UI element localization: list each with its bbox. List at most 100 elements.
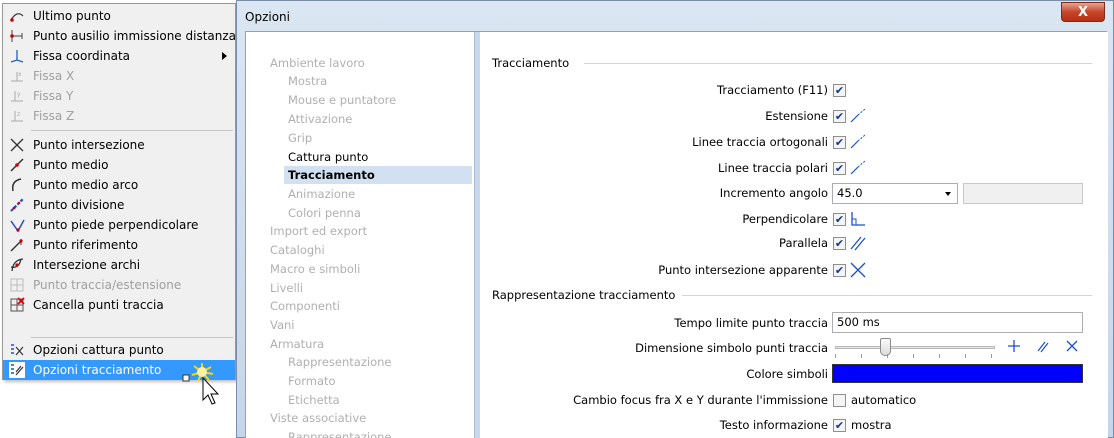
symbol-size-slider[interactable] <box>835 338 995 358</box>
menu-item-label: Punto piede perpendicolare <box>33 218 199 232</box>
intersection-point-icon <box>9 137 25 153</box>
tree-item-vani[interactable]: Vani <box>270 316 295 334</box>
menu-item-intersezione-archi[interactable]: Intersezione archi <box>3 255 235 275</box>
tree-item-mouse-puntatore[interactable]: Mouse e puntatore <box>288 91 396 109</box>
mouse-cursor-icon <box>182 363 220 405</box>
menu-item-punto-medio[interactable]: Punto medio <box>3 155 235 175</box>
tree-item-cattura-punto[interactable]: Cattura punto <box>288 148 368 166</box>
menu-item-opzioni-cattura[interactable]: Opzioni cattura punto <box>3 340 235 360</box>
menu-item-label: Punto intersezione <box>33 138 145 152</box>
checkbox-linee-ortogonali[interactable]: ✔ <box>833 136 846 149</box>
tree-item-mostra[interactable]: Mostra <box>288 72 327 90</box>
menu-item-label: Punto medio <box>33 158 109 172</box>
arc-intersection-icon <box>9 257 25 273</box>
checkbox-parallela[interactable]: ✔ <box>833 237 846 250</box>
reference-point-icon <box>9 237 25 253</box>
time-limit-value: 500 ms <box>837 315 880 329</box>
dialog-title: Opzioni <box>245 10 290 24</box>
menu-item-fissa-y[interactable]: y Fissa Y <box>3 86 235 106</box>
menu-item-punto-ausilio[interactable]: Punto ausilio immissione distanza <box>3 26 237 46</box>
menu-item-ultimo-punto[interactable]: Ultimo punto <box>3 6 235 26</box>
tree-item-macro-simboli[interactable]: Macro e simboli <box>270 260 360 278</box>
group-title: Rappresentazione tracciamento <box>492 288 676 302</box>
group-rappresentazione: Rappresentazione tracciamento <box>492 288 1092 302</box>
track-point-icon <box>9 277 25 293</box>
tree-item-armatura[interactable]: Armatura <box>270 335 324 353</box>
tree-item-viste-associative[interactable]: Viste associative <box>270 409 366 427</box>
svg-text:z: z <box>17 111 20 118</box>
label-incremento-angolo: Incremento angolo <box>719 186 828 200</box>
tree-item-ambiente-lavoro[interactable]: Ambiente lavoro <box>270 54 365 72</box>
tree-item-cataloghi[interactable]: Cataloghi <box>270 241 325 259</box>
checkbox-linee-polari[interactable]: ✔ <box>833 162 846 175</box>
label-cambio-focus: Cambio focus fra X e Y durante l'immissi… <box>573 393 828 407</box>
menu-item-fissa-z[interactable]: z Fissa Z <box>3 106 235 126</box>
close-button[interactable]: X <box>1061 2 1105 22</box>
tree-item-colori-penna[interactable]: Colori penna <box>288 204 361 222</box>
checkbox-intersezione-apparente[interactable]: ✔ <box>833 264 846 277</box>
tree-item-attivazione[interactable]: Attivazione <box>288 110 352 128</box>
menu-item-punto-medio-arco[interactable]: Punto medio arco <box>3 175 235 195</box>
time-limit-input[interactable]: 500 ms <box>832 312 1083 333</box>
checkbox-estensione[interactable]: ✔ <box>833 110 846 123</box>
symbol-color-picker[interactable] <box>832 364 1083 383</box>
label-intersezione-apparente: Punto intersezione apparente <box>658 263 828 277</box>
menu-separator <box>31 130 233 131</box>
menu-item-punto-divisione[interactable]: Punto divisione <box>3 195 235 215</box>
menu-item-label: Fissa X <box>33 69 75 83</box>
fix-coordinate-icon <box>9 48 25 64</box>
perpendicular-foot-icon <box>9 217 25 233</box>
menu-item-label: Fissa Y <box>33 89 74 103</box>
menu-item-punto-riferimento[interactable]: Punto riferimento <box>3 235 235 255</box>
checkbox-tracciamento-f11[interactable]: ✔ <box>833 84 846 97</box>
angle-increment-select[interactable]: 45.0 <box>832 183 958 204</box>
menu-item-cancella-punti[interactable]: Cancella punti traccia <box>3 295 235 315</box>
tree-item-import-export[interactable]: Import ed export <box>270 222 367 240</box>
tree-item-livelli[interactable]: Livelli <box>270 279 303 297</box>
checkbox-testo-informazione[interactable]: ✔ <box>833 419 846 432</box>
division-point-icon <box>9 197 25 213</box>
tracking-options-panel: Tracciamento Tracciamento (F11) ✔ Estens… <box>480 32 1108 438</box>
tree-item-etichetta[interactable]: Etichetta <box>288 391 340 409</box>
label-colore-simboli: Colore simboli <box>746 367 828 381</box>
menu-item-label: Punto ausilio immissione distanza <box>33 29 237 43</box>
menu-item-punto-intersezione[interactable]: Punto intersezione <box>3 135 235 155</box>
midpoint-icon <box>9 157 25 173</box>
perpendicular-icon <box>851 212 865 226</box>
tree-item-animazione[interactable]: Animazione <box>288 185 355 203</box>
menu-item-label: Opzioni cattura punto <box>33 343 164 357</box>
menu-item-punto-traccia[interactable]: Punto traccia/estensione <box>3 275 235 295</box>
group-divider <box>682 295 1092 296</box>
menu-item-punto-piede[interactable]: Punto piede perpendicolare <box>3 215 235 235</box>
close-icon: X <box>1077 4 1089 20</box>
checkbox-cambio-focus[interactable] <box>833 394 846 407</box>
menu-item-label: Fissa Z <box>33 109 75 123</box>
menu-separator <box>31 337 233 338</box>
tree-item-rappresentazione-2[interactable]: Rappresentazione <box>288 428 391 438</box>
snap-options-icon <box>9 342 25 358</box>
tracking-options-icon <box>9 362 25 378</box>
menu-item-label: Punto medio arco <box>33 178 139 192</box>
label-linee-ortogonali: Linee traccia ortogonali <box>692 135 828 149</box>
dialog-client: Ambiente lavoro Mostra Mouse e puntatore… <box>245 31 1108 438</box>
tree-item-componenti[interactable]: Componenti <box>270 297 340 315</box>
menu-item-label: Punto traccia/estensione <box>33 278 182 292</box>
tree-item-rappresentazione[interactable]: Rappresentazione <box>288 353 391 371</box>
angle-increment-value: 45.0 <box>837 186 863 200</box>
context-menu: Ultimo punto Punto ausilio immissione di… <box>2 3 236 380</box>
extension-line-icon <box>850 108 866 123</box>
dialog-titlebar[interactable]: Opzioni X <box>237 1 1113 31</box>
tree-item-grip[interactable]: Grip <box>288 129 312 147</box>
options-dialog: Opzioni X Ambiente lavoro Mostra Mouse e… <box>236 0 1114 438</box>
menu-item-label: Punto divisione <box>33 198 125 212</box>
label-linee-polari: Linee traccia polari <box>717 161 828 175</box>
tree-item-formato[interactable]: Formato <box>288 372 336 390</box>
fix-x-icon: x <box>9 68 25 84</box>
label-estensione: Estensione <box>765 109 828 123</box>
checkbox-perpendicolare[interactable]: ✔ <box>833 213 846 226</box>
menu-item-fissa-coordinata[interactable]: Fissa coordinata <box>3 46 235 66</box>
group-divider <box>584 63 1092 64</box>
menu-item-fissa-x[interactable]: x Fissa X <box>3 66 235 86</box>
label-dimensione-simbolo: Dimensione simbolo punti traccia <box>635 341 828 355</box>
tree-item-tracciamento[interactable]: Tracciamento <box>284 166 472 184</box>
